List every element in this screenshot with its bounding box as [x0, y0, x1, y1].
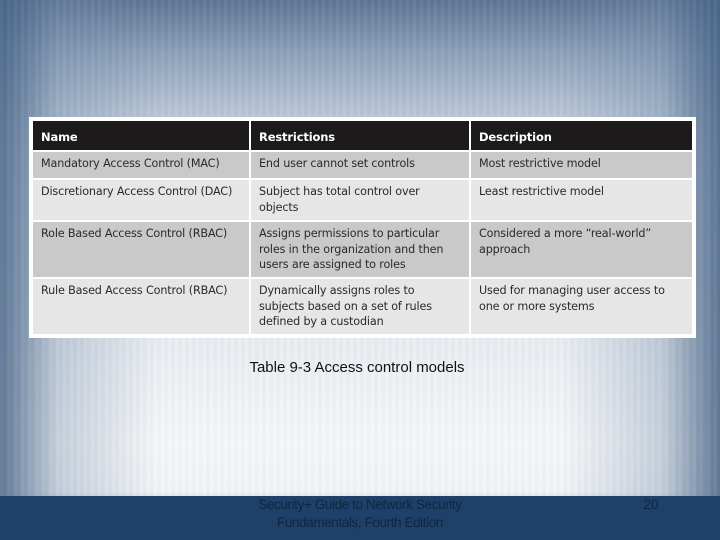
table-row: Discretionary Access Control (DAC) Subje…	[33, 180, 692, 220]
column-header-restrictions: Restrictions	[251, 121, 469, 150]
table-row: Mandatory Access Control (MAC) End user …	[33, 152, 692, 178]
table-row: Role Based Access Control (RBAC) Assigns…	[33, 222, 692, 277]
cell-name: Discretionary Access Control (DAC)	[33, 180, 249, 220]
footer-book-title: Security+ Guide to Network Security Fund…	[258, 497, 462, 530]
cell-description: Least restrictive model	[471, 180, 692, 220]
cell-name: Role Based Access Control (RBAC)	[33, 222, 249, 277]
cell-name: Rule Based Access Control (RBAC)	[33, 279, 249, 334]
page-number: 20	[643, 497, 659, 512]
access-control-models-table: Name Restrictions Description Mandatory …	[29, 117, 696, 338]
column-header-name: Name	[33, 121, 249, 150]
column-header-description: Description	[471, 121, 692, 150]
table-caption: Table 9-3 Access control models	[249, 359, 465, 376]
cell-restrictions: Subject has total control over objects	[251, 180, 469, 220]
cell-description: Considered a more “real-world” approach	[471, 222, 692, 277]
table-row: Rule Based Access Control (RBAC) Dynamic…	[33, 279, 692, 334]
cell-name: Mandatory Access Control (MAC)	[33, 152, 249, 178]
slide-footer: Security+ Guide to Network Security Fund…	[0, 496, 720, 540]
cell-description: Most restrictive model	[471, 152, 692, 178]
table-header-row: Name Restrictions Description	[33, 121, 692, 150]
table: Name Restrictions Description Mandatory …	[31, 119, 694, 336]
cell-restrictions: Dynamically assigns roles to subjects ba…	[251, 279, 469, 334]
cell-restrictions: End user cannot set controls	[251, 152, 469, 178]
cell-restrictions: Assigns permissions to particular roles …	[251, 222, 469, 277]
cell-description: Used for managing user access to one or …	[471, 279, 692, 334]
